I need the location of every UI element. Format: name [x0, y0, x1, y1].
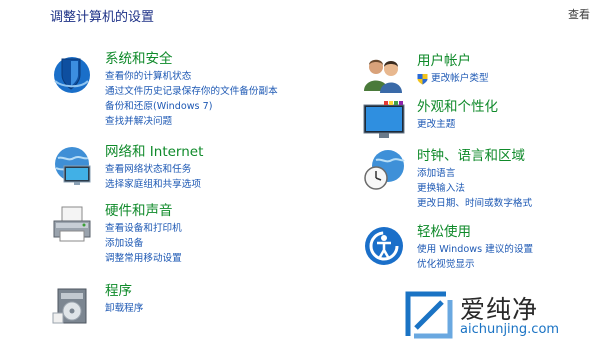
link-add-language[interactable]: 添加语言 — [417, 166, 592, 181]
category-heading-system-security[interactable]: 系统和安全 — [105, 51, 335, 68]
link-backup-restore[interactable]: 备份和还原(Windows 7) — [105, 99, 335, 114]
link-network-status[interactable]: 查看网络状态和任务 — [105, 162, 335, 177]
watermark: 爱纯净 aichunjing.com — [400, 288, 590, 342]
link-file-history-backup[interactable]: 通过文件历史记录保存你的文件备份副本 — [105, 84, 335, 99]
link-change-input-method[interactable]: 更换输入法 — [417, 181, 592, 196]
link-troubleshoot[interactable]: 查找并解决问题 — [105, 114, 335, 129]
appearance-icon[interactable] — [362, 99, 406, 143]
link-devices-printers[interactable]: 查看设备和打印机 — [105, 221, 335, 236]
watermark-domain: aichunjing.com — [460, 322, 560, 337]
link-use-recommended-settings[interactable]: 使用 Windows 建议的设置 — [417, 242, 592, 257]
clock-globe-icon[interactable] — [362, 148, 406, 192]
link-optimize-visual-display[interactable]: 优化视觉显示 — [417, 257, 592, 272]
view-by-label[interactable]: 查看 — [568, 6, 590, 22]
link-change-account-type-label: 更改帐户类型 — [431, 73, 489, 84]
watermark-title: 爱纯净 — [460, 295, 539, 324]
link-mobility-settings[interactable]: 调整常用移动设置 — [105, 251, 335, 266]
category-heading-user-accounts[interactable]: 用户帐户 — [417, 53, 592, 70]
link-view-computer-status[interactable]: 查看你的计算机状态 — [105, 69, 335, 84]
link-uninstall-program[interactable]: 卸载程序 — [105, 301, 335, 316]
ease-of-access-icon[interactable] — [362, 224, 406, 268]
link-change-account-type[interactable]: 更改帐户类型 — [417, 71, 592, 86]
category-heading-hardware-sound[interactable]: 硬件和声音 — [105, 203, 335, 220]
category-heading-appearance[interactable]: 外观和个性化 — [417, 99, 592, 116]
user-accounts-icon[interactable] — [362, 53, 406, 97]
link-change-theme[interactable]: 更改主题 — [417, 117, 592, 132]
page-title: 调整计算机的设置 — [50, 10, 155, 25]
link-add-device[interactable]: 添加设备 — [105, 236, 335, 251]
shield-icon[interactable] — [50, 51, 94, 95]
category-heading-programs[interactable]: 程序 — [105, 283, 335, 300]
category-heading-clock-language-region[interactable]: 时钟、语言和区域 — [417, 148, 592, 165]
printer-icon[interactable] — [50, 203, 94, 247]
category-heading-network-internet[interactable]: 网络和 Internet — [105, 144, 335, 161]
link-change-date-time-format[interactable]: 更改日期、时间或数字格式 — [417, 196, 592, 211]
watermark-logo-icon — [405, 291, 453, 339]
link-homegroup-sharing[interactable]: 选择家庭组和共享选项 — [105, 177, 335, 192]
category-heading-ease-of-access[interactable]: 轻松使用 — [417, 224, 592, 241]
programs-icon[interactable] — [50, 283, 94, 327]
uac-shield-icon — [417, 74, 428, 85]
network-globe-icon[interactable] — [50, 144, 94, 188]
